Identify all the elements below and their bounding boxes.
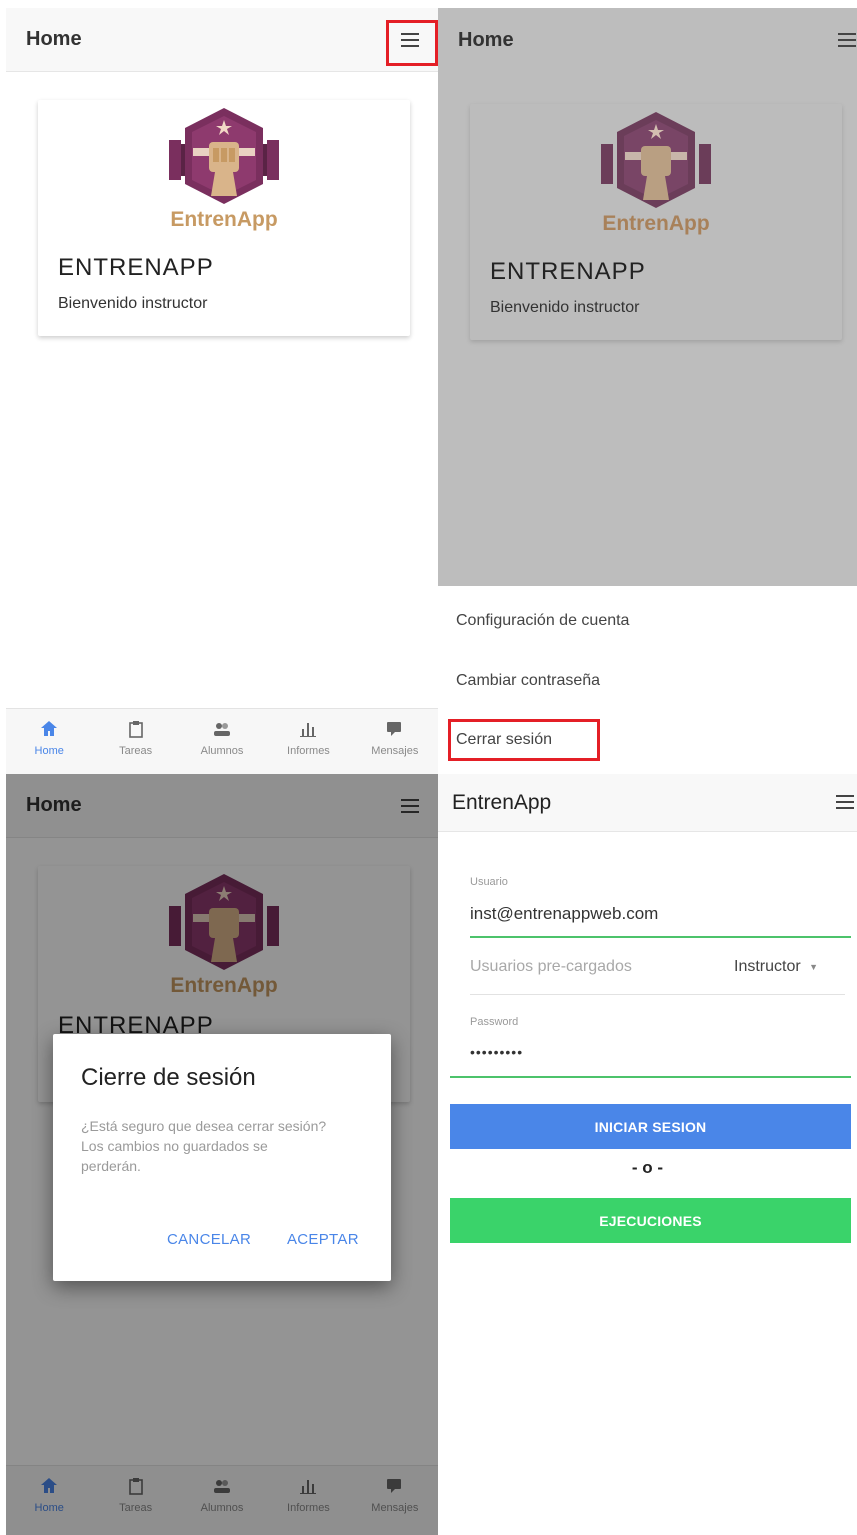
nav-label: Alumnos: [200, 745, 244, 757]
options-drawer: Configuración de cuenta Cambiar contrase…: [438, 586, 857, 774]
hamburger-menu-icon[interactable]: [831, 788, 857, 816]
password-underline: [450, 1076, 851, 1078]
home-icon: [41, 721, 58, 736]
dialog-title: Cierre de sesión: [81, 1064, 256, 1091]
logout-highlight-box: [448, 719, 600, 761]
card-subtitle: Bienvenido instructor: [490, 299, 640, 316]
welcome-card-dimmed: EntrenApp ENTRENAPP Bienvenido instructo…: [470, 104, 842, 340]
executions-button[interactable]: EJECUCIONES: [450, 1198, 851, 1243]
nav-mensajes[interactable]: Mensajes: [352, 709, 438, 774]
card-title: ENTRENAPP: [58, 254, 214, 281]
chat-icon: [386, 722, 401, 736]
hamburger-menu-icon[interactable]: [833, 26, 857, 54]
accept-button[interactable]: ACEPTAR: [287, 1231, 359, 1248]
page-title: Home: [26, 28, 82, 50]
logout-dialog-screen: Home EntrenApp ENTRENAPP Home Tareas Alu…: [6, 774, 438, 1535]
nav-informes[interactable]: Informes: [265, 709, 351, 774]
username-input[interactable]: inst@entrenappweb.com: [470, 904, 658, 924]
login-button[interactable]: INICIAR SESION: [450, 1104, 851, 1149]
nav-label: Home: [34, 745, 64, 757]
nav-label: Tareas: [119, 745, 153, 757]
preloaded-users-select[interactable]: Instructor ▼: [734, 958, 818, 976]
app-bar: Home: [6, 8, 438, 72]
menu-item-change-password[interactable]: Cambiar contraseña: [456, 672, 600, 690]
nav-tareas[interactable]: Tareas: [92, 709, 178, 774]
logo-wordmark: EntrenApp: [602, 212, 710, 235]
chevron-down-icon: ▼: [809, 961, 819, 972]
username-underline: [470, 936, 851, 938]
page-title: Home: [458, 28, 514, 51]
logout-dialog: Cierre de sesión ¿Está seguro que desea …: [53, 1034, 391, 1281]
drawer-screen: Home EntrenApp ENTRENAPP Bienvenido inst…: [438, 8, 857, 774]
or-separator: - o -: [631, 1158, 664, 1177]
entrenapp-logo-icon: [169, 108, 279, 204]
preloaded-divider: [470, 994, 845, 995]
logo-wordmark: EntrenApp: [170, 208, 278, 231]
chart-icon: [300, 723, 317, 737]
welcome-card: EntrenApp ENTRENAPP Bienvenido instructo…: [38, 100, 410, 336]
bottom-navigation: Home Tareas Alumnos Informes Mensajes: [6, 708, 438, 774]
card-subtitle: Bienvenido instructor: [58, 295, 208, 312]
preloaded-users-value: Instructor: [734, 958, 801, 975]
page-title: EntrenApp: [452, 790, 552, 814]
login-screen: EntrenApp Usuario inst@entrenappweb.com …: [438, 774, 857, 1535]
nav-home[interactable]: Home: [6, 709, 92, 774]
password-input[interactable]: •••••••••: [470, 1044, 523, 1060]
menu-highlight-box: [386, 20, 438, 66]
preloaded-users-label: Usuarios pre-cargados: [470, 958, 632, 975]
menu-item-account-settings[interactable]: Configuración de cuenta: [456, 612, 629, 630]
cancel-button[interactable]: CANCELAR: [167, 1231, 251, 1248]
home-screen: Home EntrenApp ENTRENAPP Bienvenido inst…: [6, 8, 438, 774]
nav-alumnos[interactable]: Alumnos: [179, 709, 265, 774]
nav-label: Informes: [287, 745, 330, 757]
card-title: ENTRENAPP: [490, 258, 646, 285]
app-bar: EntrenApp: [438, 774, 857, 832]
app-bar: Home: [438, 8, 857, 72]
dialog-message: ¿Está seguro que desea cerrar sesión? Lo…: [81, 1118, 327, 1174]
entrenapp-logo-icon: [601, 112, 711, 208]
clipboard-icon: [128, 721, 143, 738]
people-icon: [214, 723, 231, 736]
password-label: Password: [470, 1016, 519, 1028]
username-label: Usuario: [470, 876, 508, 888]
nav-label: Mensajes: [371, 745, 419, 757]
